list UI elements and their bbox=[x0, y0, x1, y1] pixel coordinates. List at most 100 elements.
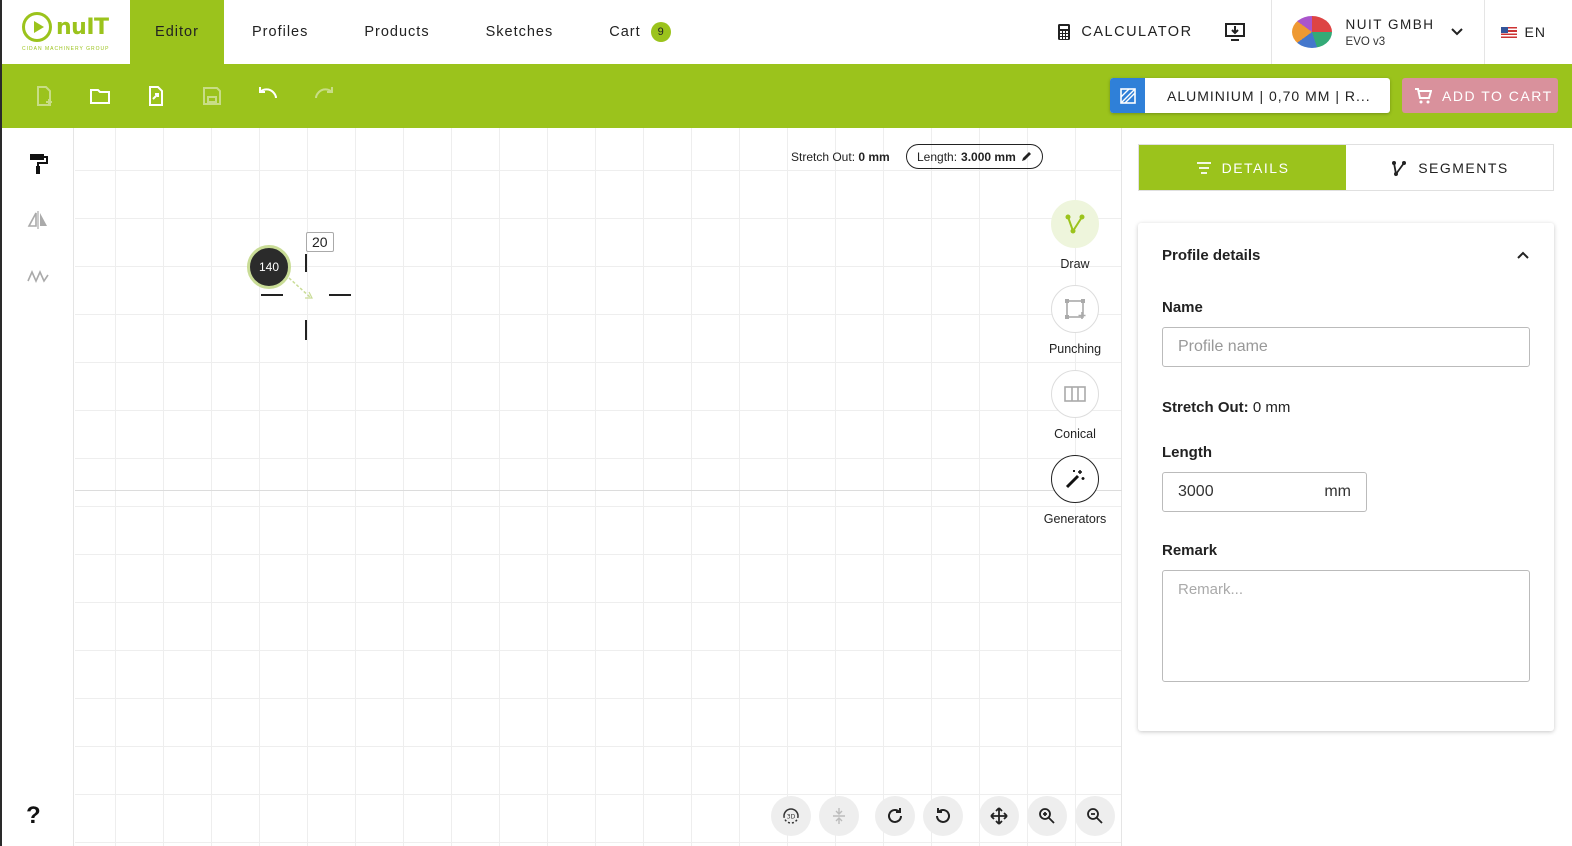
canvas-stretch-out: Stretch Out: 0 mm bbox=[791, 150, 890, 164]
download-icon[interactable] bbox=[1223, 20, 1247, 44]
zoom-in-button[interactable] bbox=[1027, 796, 1067, 836]
app: nuIT CIDAN MACHINERY GROUP Editor Profil… bbox=[0, 0, 1572, 846]
save-button[interactable] bbox=[184, 72, 240, 120]
tool-punching[interactable]: Punching bbox=[1035, 285, 1115, 356]
draw-tool-button[interactable] bbox=[1051, 200, 1099, 248]
zigzag-icon bbox=[27, 270, 49, 283]
generators-tool-button[interactable] bbox=[1051, 455, 1099, 503]
calculator-icon bbox=[1058, 24, 1071, 40]
logo-play-icon bbox=[22, 12, 52, 42]
export-file-icon bbox=[149, 86, 163, 106]
view-controls: 3D bbox=[771, 796, 1115, 836]
right-panel: DETAILS SEGMENTS Profile details Name Pr… bbox=[1123, 128, 1572, 846]
redo-button[interactable] bbox=[296, 72, 352, 120]
tab-details-label: DETAILS bbox=[1221, 159, 1290, 176]
canvas-length-pill[interactable]: Length: 3.000 mm bbox=[906, 144, 1043, 169]
cursor-cross-right bbox=[329, 294, 351, 296]
export-file-button[interactable] bbox=[128, 72, 184, 120]
angle-marker[interactable]: 140 bbox=[247, 245, 291, 289]
paint-roller-button[interactable] bbox=[22, 148, 54, 180]
pencil-icon bbox=[1021, 151, 1031, 161]
logo-subtitle: CIDAN MACHINERY GROUP bbox=[22, 46, 110, 52]
conical-tool-button[interactable] bbox=[1051, 370, 1099, 418]
punching-tool-button[interactable] bbox=[1051, 285, 1099, 333]
logo[interactable]: nuIT CIDAN MACHINERY GROUP bbox=[2, 0, 130, 64]
tool-conical[interactable]: Conical bbox=[1035, 370, 1115, 441]
cursor-cross-bottom bbox=[305, 320, 307, 340]
chevron-down-icon bbox=[1450, 28, 1463, 36]
calculator-button[interactable]: CALCULATOR bbox=[1057, 23, 1192, 41]
paint-roller-icon bbox=[30, 154, 48, 174]
tab-details[interactable]: DETAILS bbox=[1139, 145, 1346, 190]
remark-textarea[interactable]: Remark... bbox=[1162, 570, 1530, 682]
canvas-stretch-label: Stretch Out: bbox=[791, 150, 856, 164]
drawing-canvas[interactable]: Stretch Out: 0 mm Length: 3.000 mm 140 2… bbox=[75, 128, 1122, 846]
company-logo bbox=[1291, 16, 1332, 48]
punching-icon bbox=[1065, 299, 1086, 319]
zoom-out-icon bbox=[1087, 808, 1103, 824]
language-label: EN bbox=[1524, 24, 1546, 40]
nav-tab-profiles[interactable]: Profiles bbox=[224, 0, 336, 64]
conical-tool-label: Conical bbox=[1054, 427, 1096, 441]
panel-tabs: DETAILS SEGMENTS bbox=[1138, 144, 1554, 191]
remark-label: Remark bbox=[1162, 542, 1218, 559]
length-input[interactable]: 3000 mm bbox=[1162, 472, 1367, 512]
rotate-ccw-icon bbox=[936, 808, 950, 823]
cart-icon bbox=[1415, 87, 1432, 103]
left-rail: ? bbox=[2, 128, 74, 846]
align-button[interactable] bbox=[819, 796, 859, 836]
canvas-axis-line bbox=[75, 490, 1122, 491]
company-name: NUIT GMBH bbox=[1345, 16, 1435, 32]
mirror-button[interactable] bbox=[22, 204, 54, 236]
undo-button[interactable] bbox=[240, 72, 296, 120]
flag-us-icon bbox=[1500, 26, 1517, 38]
nav-tab-cart[interactable]: Cart 9 bbox=[581, 0, 698, 64]
move-icon bbox=[990, 807, 1008, 825]
profile-name-input[interactable]: Profile name bbox=[1162, 327, 1530, 367]
chevron-up-icon[interactable] bbox=[1516, 250, 1530, 260]
material-pattern-icon bbox=[1110, 78, 1145, 113]
segment-length-label[interactable]: 20 bbox=[306, 232, 334, 252]
save-icon bbox=[203, 87, 221, 105]
redo-icon bbox=[315, 87, 333, 99]
nav-tab-sketches[interactable]: Sketches bbox=[458, 0, 582, 64]
rotate-cw-button[interactable] bbox=[875, 796, 915, 836]
3d-view-icon: 3D bbox=[783, 808, 799, 824]
zoom-out-button[interactable] bbox=[1075, 796, 1115, 836]
tab-segments[interactable]: SEGMENTS bbox=[1346, 145, 1553, 190]
panel-stretch-label: Stretch Out: bbox=[1162, 399, 1249, 416]
add-to-cart-button[interactable]: ADD TO CART bbox=[1402, 78, 1558, 113]
nav-tab-cart-label: Cart bbox=[609, 24, 641, 40]
tool-column: Draw Punching Conical Generators bbox=[1035, 200, 1115, 540]
logo-text: nuIT bbox=[56, 14, 109, 40]
material-label: ALUMINIUM | 0,70 MM | R... bbox=[1167, 87, 1371, 104]
nav-tab-editor[interactable]: Editor bbox=[130, 0, 224, 64]
help-button[interactable]: ? bbox=[26, 802, 41, 830]
3d-view-button[interactable]: 3D bbox=[771, 796, 811, 836]
zigzag-button[interactable] bbox=[22, 260, 54, 292]
conical-icon bbox=[1064, 386, 1086, 402]
company-selector[interactable]: NUIT GMBH EVO v3 bbox=[1270, 0, 1485, 64]
generators-tool-label: Generators bbox=[1043, 512, 1107, 526]
cart-count-badge: 9 bbox=[650, 22, 671, 42]
rotate-ccw-button[interactable] bbox=[923, 796, 963, 836]
profile-details-title: Profile details bbox=[1162, 246, 1261, 264]
profile-details-card: Profile details Name Profile name Stretc… bbox=[1138, 223, 1554, 731]
rotate-cw-icon bbox=[888, 808, 902, 823]
magic-wand-icon bbox=[1065, 470, 1085, 489]
tool-generators[interactable]: Generators bbox=[1035, 455, 1115, 526]
calculator-label: CALCULATOR bbox=[1081, 24, 1193, 40]
move-button[interactable] bbox=[979, 796, 1019, 836]
nav-tab-products[interactable]: Products bbox=[336, 0, 457, 64]
material-selector[interactable]: ALUMINIUM | 0,70 MM | R... bbox=[1110, 78, 1390, 113]
language-selector[interactable]: EN bbox=[1485, 24, 1572, 40]
new-file-icon bbox=[37, 86, 52, 106]
new-file-button[interactable] bbox=[16, 72, 72, 120]
open-folder-button[interactable] bbox=[72, 72, 128, 120]
profile-details-header[interactable]: Profile details bbox=[1162, 223, 1530, 287]
panel-stretch-value: 0 mm bbox=[1252, 399, 1291, 416]
canvas-length-label: Length: bbox=[917, 149, 958, 164]
draw-icon bbox=[1065, 214, 1085, 234]
tool-draw[interactable]: Draw bbox=[1035, 200, 1115, 271]
top-nav: nuIT CIDAN MACHINERY GROUP Editor Profil… bbox=[2, 0, 1572, 64]
